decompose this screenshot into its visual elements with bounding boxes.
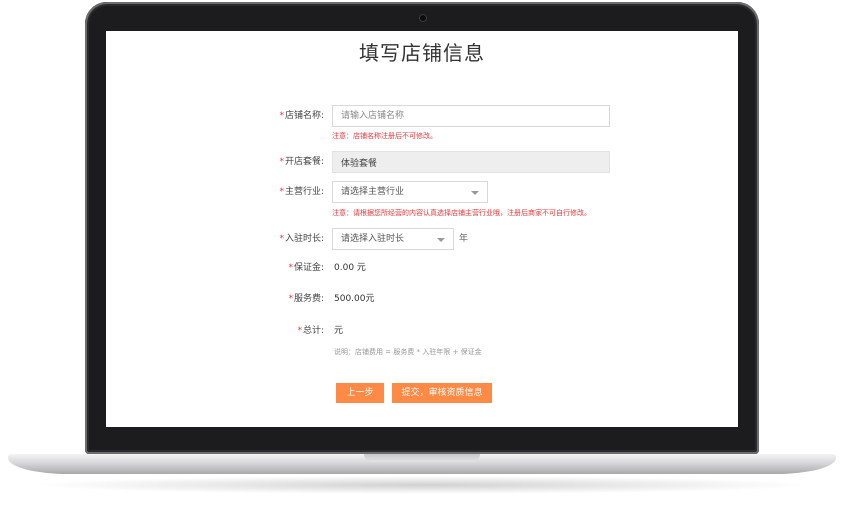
fee-note: 说明：店铺费用 = 服务费 * 入驻年限 + 保证金 [334, 348, 482, 356]
chevron-down-icon [471, 191, 479, 195]
laptop-notch [364, 454, 480, 462]
service-fee-row: *服务费: 500.00元 [106, 288, 738, 310]
shop-name-hint: 注意：店铺名称注册后不可修改。 [332, 132, 437, 140]
package-label-text: 开店套餐: [284, 157, 324, 167]
laptop-screen: 填写店铺信息 *店铺名称: 注意：店铺名称注册后不可修改。 *开店套餐: *主营… [106, 31, 738, 427]
page-title: 填写店铺信息 [359, 41, 485, 65]
total-label: *总计: [206, 320, 324, 342]
duration-row: *入驻时长: 请选择入驻时长 年 [106, 228, 738, 250]
duration-label-text: 入驻时长: [284, 234, 324, 244]
industry-select[interactable]: 请选择主营行业 [332, 181, 488, 203]
required-mark: * [288, 263, 293, 273]
industry-select-value: 请选择主营行业 [341, 187, 405, 197]
deposit-value: 0.00 元 [334, 263, 366, 273]
duration-select[interactable]: 请选择入驻时长 [332, 228, 454, 250]
industry-hint: 注意：请根据您所经营的内容认真选择店铺主营行业哦，注册后商家不可自行修改。 [332, 209, 591, 217]
required-mark: * [279, 234, 284, 244]
industry-row: *主营行业: 请选择主营行业 [106, 181, 738, 203]
deposit-label: *保证金: [206, 257, 324, 279]
required-mark: * [279, 187, 284, 197]
submit-review-button[interactable]: 提交，审核资质信息 [392, 383, 492, 403]
industry-label: *主营行业: [206, 181, 324, 203]
duration-select-value: 请选择入驻时长 [341, 234, 405, 244]
required-mark: * [279, 111, 284, 121]
prev-step-button[interactable]: 上一步 [336, 383, 384, 403]
service-fee-label-text: 服务费: [293, 294, 324, 304]
deposit-label-text: 保证金: [293, 263, 324, 273]
package-field [332, 151, 610, 173]
shop-name-label: *店铺名称: [206, 105, 324, 127]
shop-name-input[interactable] [332, 105, 610, 127]
total-label-text: 总计: [302, 326, 324, 336]
required-mark: * [297, 326, 302, 336]
laptop-shadow [30, 476, 814, 494]
duration-label: *入驻时长: [206, 228, 324, 250]
total-value: 元 [334, 326, 344, 336]
required-mark: * [288, 294, 293, 304]
shop-name-row: *店铺名称: [106, 105, 738, 127]
package-row: *开店套餐: [106, 151, 738, 173]
service-fee-label: *服务费: [206, 288, 324, 310]
required-mark: * [279, 157, 284, 167]
package-label: *开店套餐: [206, 151, 324, 173]
service-fee-value: 500.00元 [334, 294, 375, 304]
total-row: *总计: 元 [106, 320, 738, 342]
duration-unit: 年 [459, 234, 469, 244]
camera-icon [419, 14, 427, 22]
industry-label-text: 主营行业: [284, 187, 324, 197]
chevron-down-icon [437, 238, 445, 242]
shop-name-label-text: 店铺名称: [284, 111, 324, 121]
deposit-row: *保证金: 0.00 元 [106, 257, 738, 279]
